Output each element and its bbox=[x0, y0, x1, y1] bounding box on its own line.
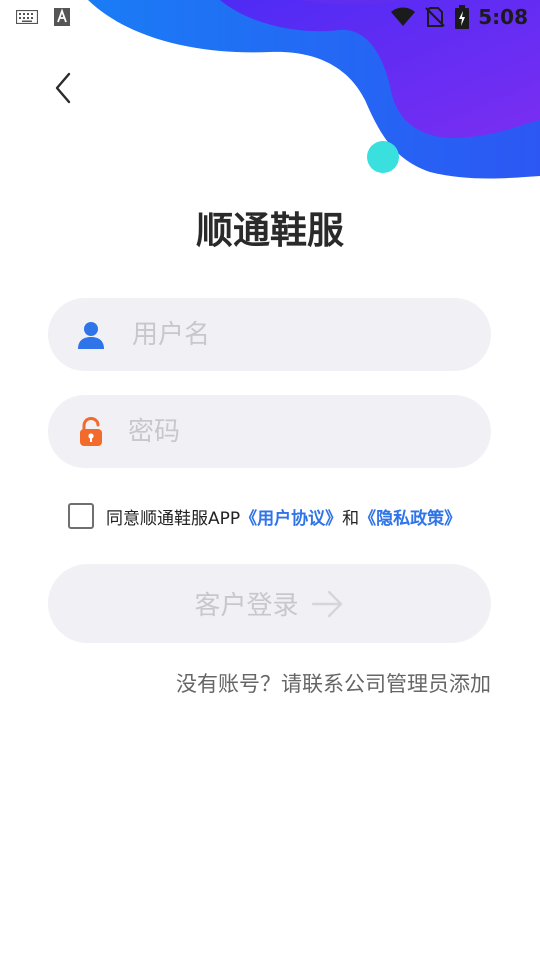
status-bar: 5:08 bbox=[0, 0, 540, 36]
agreement-prefix: 同意顺通鞋服APP bbox=[106, 508, 241, 529]
user-icon bbox=[78, 321, 104, 349]
login-button[interactable]: 客户登录 bbox=[48, 564, 491, 643]
password-input[interactable] bbox=[126, 415, 460, 448]
unlock-icon bbox=[80, 416, 102, 446]
no-sim-icon bbox=[425, 7, 446, 27]
battery-charging-icon bbox=[455, 5, 470, 29]
chevron-left-icon bbox=[55, 72, 71, 104]
agreement-conjunction: 和 bbox=[342, 508, 360, 529]
username-field[interactable] bbox=[48, 298, 491, 371]
username-input[interactable] bbox=[130, 318, 464, 351]
agreement-checkbox[interactable] bbox=[68, 503, 94, 529]
cyan-dot-icon bbox=[367, 141, 399, 173]
register-hint: 没有账号？请联系公司管理员添加 bbox=[176, 672, 491, 696]
keyboard-icon bbox=[16, 10, 38, 24]
a-badge-icon bbox=[54, 8, 70, 26]
arrow-right-icon bbox=[311, 590, 342, 617]
wifi-icon bbox=[391, 7, 416, 26]
status-time: 5:08 bbox=[478, 5, 528, 29]
password-field[interactable] bbox=[48, 395, 491, 468]
agreement-row: 同意顺通鞋服APP《用户协议》和《隐私政策》 bbox=[68, 503, 461, 529]
privacy-policy-link[interactable]: 《隐私政策》 bbox=[359, 509, 461, 529]
login-label: 客户登录 bbox=[194, 591, 299, 621]
page-title: 顺通鞋服 bbox=[196, 209, 344, 252]
agreement-text: 同意顺通鞋服APP《用户协议》和《隐私政策》 bbox=[106, 504, 461, 529]
back-button[interactable] bbox=[44, 66, 84, 110]
user-agreement-link[interactable]: 《用户协议》 bbox=[240, 509, 342, 529]
